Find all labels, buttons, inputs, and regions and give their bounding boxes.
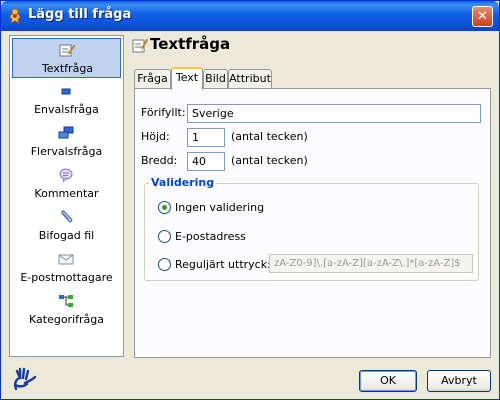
regex-validation-label[interactable]: Reguljärt uttryck: [175, 258, 271, 271]
regex-input [269, 254, 473, 273]
regex-validation-radio[interactable] [158, 258, 171, 271]
sidebar-item-envalsfraga[interactable]: Envalsfråga [12, 80, 121, 120]
close-icon: ✕ [477, 9, 488, 24]
validation-legend: Validering [149, 176, 217, 189]
tab-text[interactable]: Text [171, 67, 203, 90]
sidebar-item-flervalsfraga[interactable]: Flervalsfråga [12, 122, 121, 162]
sidebar-item-label: Envalsfråga [34, 103, 99, 116]
prefilled-input[interactable] [187, 104, 481, 123]
tab-fraga[interactable]: Fråga [134, 69, 171, 89]
email-validation-label[interactable]: E-postadress [175, 230, 246, 243]
prefilled-label: Förifyllt: [141, 106, 186, 119]
tab-bild[interactable]: Bild [203, 69, 228, 89]
text-question-icon [59, 44, 75, 57]
no-validation-label[interactable]: Ingen validering [175, 201, 264, 214]
sidebar-item-label: Kategorifråga [29, 313, 104, 326]
text-question-icon [132, 38, 148, 53]
ok-button[interactable]: OK [359, 370, 417, 392]
width-label: Bredd: [141, 154, 178, 167]
height-label: Höjd: [141, 130, 170, 143]
sidebar-item-label: Kommentar [34, 187, 99, 200]
width-input[interactable] [187, 152, 225, 171]
email-validation-radio[interactable] [158, 230, 171, 243]
multiple-choice-icon [58, 126, 74, 139]
sidebar-item-kategorifraga[interactable]: Kategorifråga [12, 290, 121, 330]
paperclip-icon [61, 210, 73, 223]
cancel-button[interactable]: Avbryt [427, 370, 491, 392]
single-choice-icon [61, 88, 71, 95]
comment-icon [59, 168, 73, 182]
no-validation-radio[interactable] [158, 201, 171, 214]
sidebar-item-label: Bifogad fil [38, 229, 95, 242]
window-title: Lägg till fråga [28, 7, 132, 22]
sidebar-item-kommentar[interactable]: Kommentar [12, 164, 121, 204]
app-icon [9, 8, 21, 24]
page-title: Textfråga [150, 35, 231, 53]
dialog-window: Lägg till fråga ✕ Textfråga Envalsfråga [0, 0, 500, 400]
title-bar[interactable]: Lägg till fråga ✕ [1, 1, 499, 31]
sidebar-item-textfraga[interactable]: Textfråga [12, 38, 121, 78]
sidebar-item-e-postmottagare[interactable]: E-postmottagare [12, 248, 121, 288]
sidebar-item-bifogad-fil[interactable]: Bifogad fil [12, 206, 121, 246]
sidebar-item-label: Textfråga [41, 62, 94, 75]
width-unit: (antal tecken) [231, 154, 308, 167]
question-type-list: Textfråga Envalsfråga Flervalsfråga Komm… [9, 35, 124, 357]
height-unit: (antal tecken) [231, 130, 308, 143]
category-icon [59, 295, 73, 307]
tab-attribut[interactable]: Attribut [228, 69, 272, 89]
height-input[interactable] [187, 128, 225, 147]
hand-logo-icon [13, 367, 37, 391]
sidebar-item-label: E-postmottagare [20, 271, 113, 284]
envelope-icon [58, 254, 74, 265]
sidebar-item-label: Flervalsfråga [30, 145, 103, 158]
close-button[interactable]: ✕ [472, 6, 493, 27]
